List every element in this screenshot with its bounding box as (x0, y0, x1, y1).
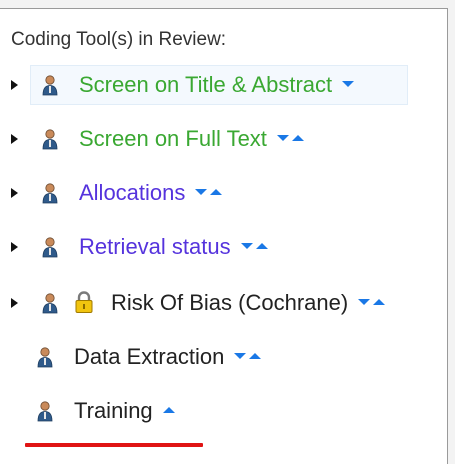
coding-tool-row[interactable]: Retrieval status (0, 227, 440, 267)
coding-tool-label[interactable]: Allocations (79, 180, 185, 206)
move-up-icon[interactable] (249, 353, 261, 359)
coding-tool-row[interactable]: Data Extraction (0, 337, 440, 377)
expand-arrow-icon[interactable] (11, 80, 18, 90)
lock-icon (73, 290, 95, 314)
user-icon (35, 346, 55, 368)
user-icon (40, 236, 60, 258)
move-down-icon[interactable] (241, 243, 253, 249)
sort-arrows (277, 135, 304, 141)
move-down-icon[interactable] (195, 189, 207, 195)
move-up-icon[interactable] (373, 299, 385, 305)
move-up-icon[interactable] (292, 135, 304, 141)
sort-arrows (163, 407, 175, 413)
user-icon (40, 74, 60, 96)
user-icon (40, 292, 60, 314)
sort-arrows (241, 243, 268, 249)
sort-arrows (358, 299, 385, 305)
coding-tool-label[interactable]: Retrieval status (79, 234, 231, 260)
coding-tools-panel: Coding Tool(s) in Review: Screen on Titl… (0, 8, 448, 464)
user-icon (40, 182, 60, 204)
coding-tool-label[interactable]: Risk Of Bias (Cochrane) (111, 290, 348, 316)
move-down-icon[interactable] (358, 299, 370, 305)
coding-tool-label[interactable]: Screen on Title & Abstract (79, 72, 332, 98)
coding-tool-label[interactable]: Screen on Full Text (79, 126, 267, 152)
coding-tool-row[interactable]: Training (0, 391, 440, 431)
sort-arrows (195, 189, 222, 195)
coding-tool-row[interactable]: Screen on Full Text (0, 119, 440, 159)
move-up-icon[interactable] (256, 243, 268, 249)
panel-title: Coding Tool(s) in Review: (11, 29, 227, 50)
user-icon (40, 128, 60, 150)
user-icon (35, 400, 55, 422)
sort-arrows (234, 353, 261, 359)
move-up-icon[interactable] (163, 407, 175, 413)
coding-tool-row[interactable]: Screen on Title & Abstract (0, 65, 440, 105)
red-underline-annotation (25, 443, 203, 447)
expand-arrow-icon[interactable] (11, 298, 18, 308)
expand-arrow-icon[interactable] (11, 134, 18, 144)
move-down-icon[interactable] (342, 81, 354, 87)
move-down-icon[interactable] (277, 135, 289, 141)
coding-tool-row[interactable]: Allocations (0, 173, 440, 213)
coding-tool-label[interactable]: Training (74, 398, 153, 424)
coding-tool-row[interactable]: Risk Of Bias (Cochrane) (0, 283, 440, 323)
move-down-icon[interactable] (234, 353, 246, 359)
coding-tool-label[interactable]: Data Extraction (74, 344, 224, 370)
expand-arrow-icon[interactable] (11, 242, 18, 252)
sort-arrows (342, 81, 354, 87)
expand-arrow-icon[interactable] (11, 188, 18, 198)
move-up-icon[interactable] (210, 189, 222, 195)
